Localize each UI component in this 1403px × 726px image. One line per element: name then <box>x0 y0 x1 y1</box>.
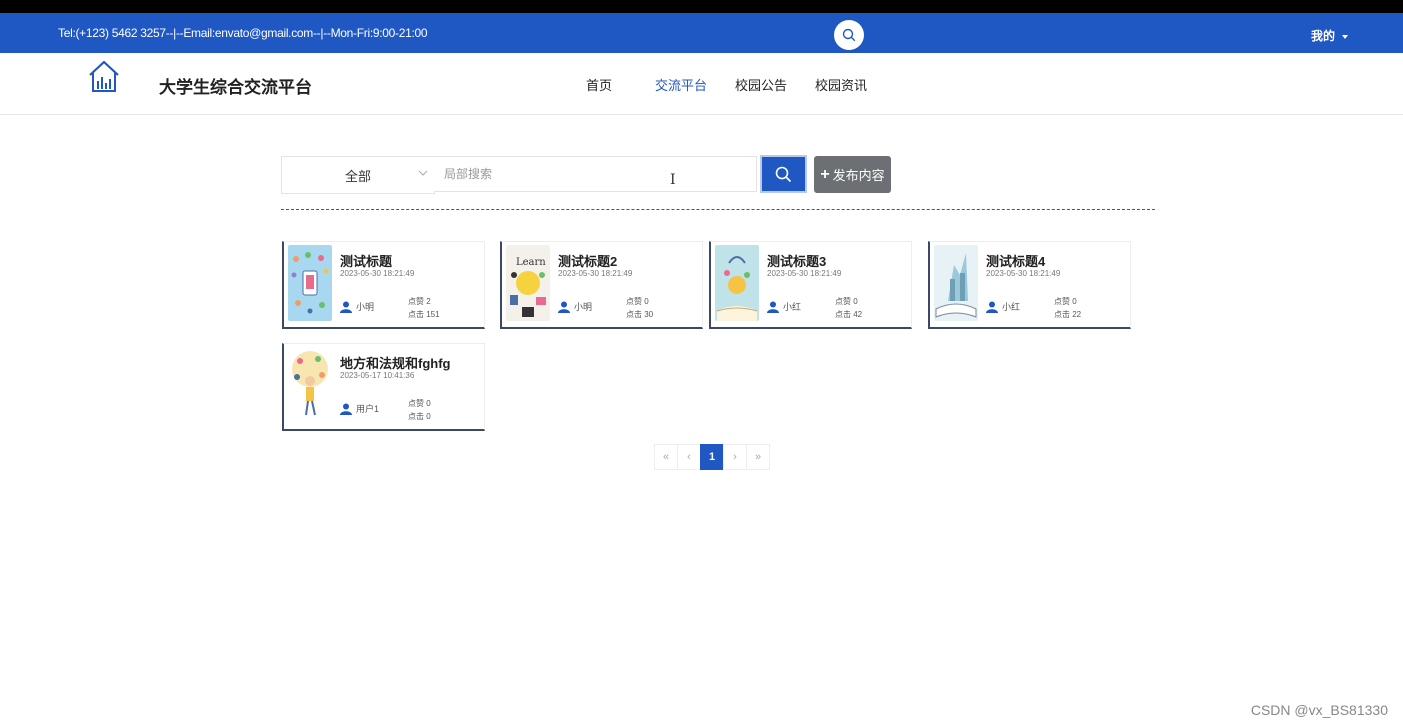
site-title[interactable]: 大学生综合交流平台 <box>159 73 312 98</box>
post-thumbnail <box>715 245 759 321</box>
post-author-name: 小红 <box>1002 302 1021 312</box>
top-search-button[interactable] <box>834 20 864 50</box>
post-clicks: 点击 151 <box>408 310 440 319</box>
page-last-button[interactable]: » <box>746 444 770 470</box>
post-stats: 点赞 0 点击 30 <box>626 295 653 321</box>
post-likes: 点赞 2 <box>408 297 431 306</box>
post-title: 地方和法规和fghfg <box>340 356 451 371</box>
post-stats: 点赞 0 点击 22 <box>1054 295 1081 321</box>
page-first-button[interactable]: « <box>654 444 678 470</box>
search-input[interactable] <box>434 156 757 192</box>
page-current-button[interactable]: 1 <box>700 444 724 470</box>
svg-text:Learn: Learn <box>516 257 546 268</box>
post-clicks: 点击 22 <box>1054 310 1082 319</box>
post-date: 2023-05-17 10:41:36 <box>340 371 415 380</box>
post-clicks: 点击 42 <box>835 310 863 319</box>
nav-exchange-platform[interactable]: 交流平台 <box>655 75 735 94</box>
publish-content-button[interactable]: + 发布内容 <box>814 156 891 193</box>
post-stats: 点赞 0 点击 0 <box>408 397 431 423</box>
post-stats: 点赞 2 点击 151 <box>408 295 440 321</box>
nav-home[interactable]: 首页 <box>586 75 655 94</box>
nav-campus-news[interactable]: 校园资讯 <box>815 75 867 94</box>
post-author: 小明 <box>558 300 592 313</box>
post-likes: 点赞 0 <box>408 399 431 408</box>
post-thumbnail <box>288 245 332 321</box>
post-author-name: 小明 <box>574 302 593 312</box>
search-button[interactable] <box>760 155 807 193</box>
post-thumbnail <box>934 245 978 321</box>
dashed-divider <box>281 209 1155 210</box>
post-author: 用户1 <box>340 402 379 415</box>
window-top-bar <box>0 0 1403 13</box>
post-card[interactable]: 测试标题3 2023-05-30 18:21:49 小红 点赞 0 点击 42 <box>709 241 912 329</box>
post-likes: 点赞 0 <box>1054 297 1077 306</box>
caret-down-icon <box>1342 34 1349 39</box>
post-card[interactable]: 地方和法规和fghfg 2023-05-17 10:41:36 用户1 点赞 0… <box>282 343 485 431</box>
post-likes: 点赞 0 <box>835 297 858 306</box>
post-stats: 点赞 0 点击 42 <box>835 295 862 321</box>
site-header: 大学生综合交流平台 首页 交流平台 校园公告 校园资讯 <box>0 53 1403 115</box>
post-title: 测试标题 <box>340 254 393 269</box>
category-selected: 全部 <box>344 168 371 184</box>
search-icon <box>842 28 856 42</box>
post-clicks: 点击 30 <box>626 310 654 319</box>
post-card[interactable]: Learn 测试标题2 2023-05-30 18:21:49 小明 点赞 0 … <box>500 241 703 329</box>
post-date: 2023-05-30 18:21:49 <box>767 269 842 278</box>
post-author-name: 用户1 <box>356 404 380 414</box>
text-cursor-icon: I <box>670 172 676 188</box>
user-icon <box>340 403 352 415</box>
post-author: 小红 <box>986 300 1020 313</box>
user-icon <box>340 301 352 313</box>
nav-campus-notice[interactable]: 校园公告 <box>735 75 815 94</box>
user-icon <box>767 301 779 313</box>
post-author: 小明 <box>340 300 374 313</box>
post-date: 2023-05-30 18:21:49 <box>558 269 633 278</box>
user-menu-label: 我的 <box>1311 29 1336 43</box>
house-chart-icon[interactable] <box>88 59 120 93</box>
post-thumbnail: Learn <box>506 245 550 321</box>
main-nav: 首页 交流平台 校园公告 校园资讯 <box>586 75 867 94</box>
page-prev-button[interactable]: ‹ <box>677 444 701 470</box>
category-select[interactable]: 全部 <box>281 156 435 194</box>
post-author-name: 小红 <box>783 302 802 312</box>
user-icon <box>558 301 570 313</box>
watermark: CSDN @vx_BS81330 <box>1250 702 1388 718</box>
pagination: « ‹ 1 › » <box>654 444 770 470</box>
post-date: 2023-05-30 18:21:49 <box>986 269 1061 278</box>
post-clicks: 点击 0 <box>408 412 431 421</box>
post-title: 测试标题3 <box>767 254 827 269</box>
post-author: 小红 <box>767 300 801 313</box>
user-menu-dropdown[interactable]: 我的 <box>1311 27 1349 44</box>
chevron-down-icon <box>418 170 428 176</box>
post-date: 2023-05-30 18:21:49 <box>340 269 415 278</box>
post-likes: 点赞 0 <box>626 297 649 306</box>
post-title: 测试标题4 <box>986 254 1046 269</box>
post-card[interactable]: 测试标题 2023-05-30 18:21:49 小明 点赞 2 点击 151 <box>282 241 485 329</box>
user-icon <box>986 301 998 313</box>
page-next-button[interactable]: › <box>723 444 747 470</box>
contact-info: Tel:(+123) 5462 3257--|--Email:envato@gm… <box>58 26 428 40</box>
top-info-bar: Tel:(+123) 5462 3257--|--Email:envato@gm… <box>0 13 1403 53</box>
search-icon <box>775 166 792 182</box>
post-title: 测试标题2 <box>558 254 618 269</box>
plus-icon: + <box>820 165 830 183</box>
post-card[interactable]: 测试标题4 2023-05-30 18:21:49 小红 点赞 0 点击 22 <box>928 241 1131 329</box>
post-thumbnail <box>288 347 332 423</box>
publish-label: 发布内容 <box>832 168 885 183</box>
post-author-name: 小明 <box>356 302 375 312</box>
